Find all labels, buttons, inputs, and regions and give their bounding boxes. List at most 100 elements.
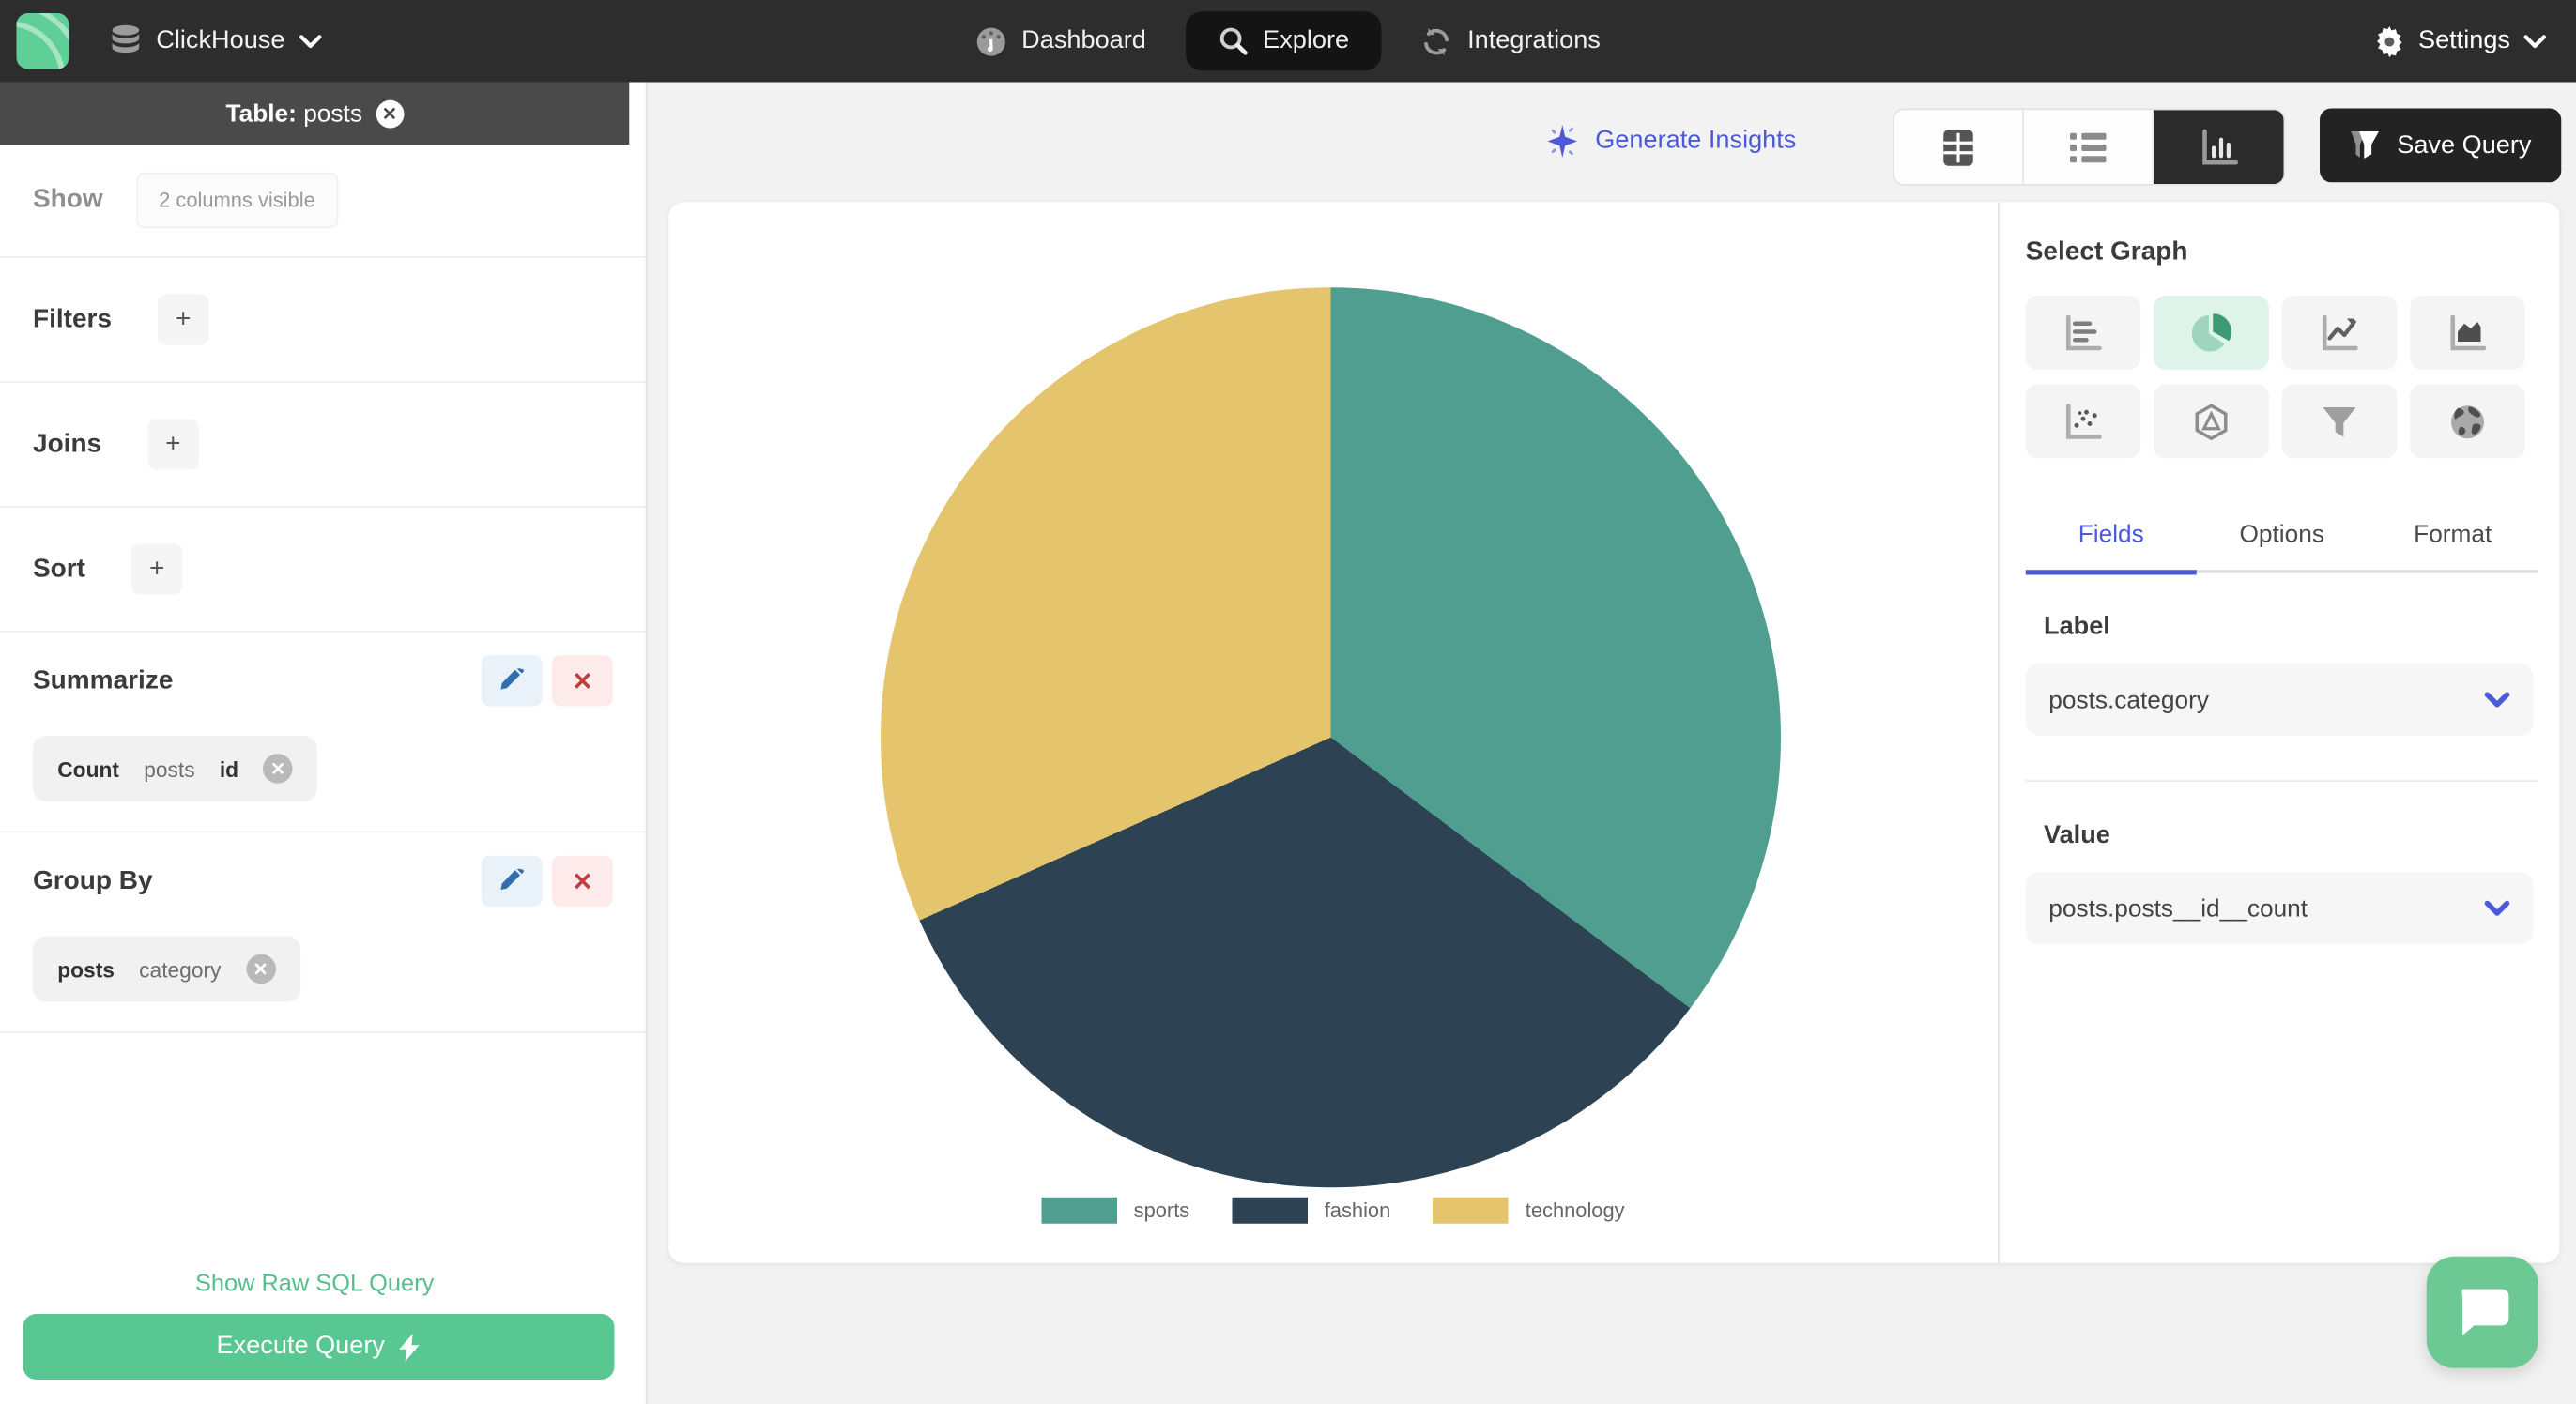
chevron-down-icon	[2484, 686, 2510, 714]
legend-swatch	[1232, 1197, 1309, 1224]
funnel-chart-icon	[2323, 406, 2356, 436]
add-filter-button[interactable]: +	[158, 294, 209, 345]
tab-format[interactable]: Format	[2368, 521, 2538, 571]
brand-name: ClickHouse	[156, 26, 285, 54]
chart-legend: sports fashion technology	[668, 1197, 1998, 1224]
group-by-section: Group By ✕ posts category ✕	[0, 832, 646, 1033]
column-ref: category	[139, 956, 222, 982]
remove-chip-icon[interactable]: ✕	[263, 754, 293, 784]
pie-chart[interactable]	[881, 287, 1781, 1188]
list-view-button[interactable]	[2024, 110, 2154, 184]
line-chart-icon	[2322, 314, 2358, 350]
edit-group-by-button[interactable]	[481, 855, 543, 907]
summarize-section: Summarize ✕ Count posts id ✕	[0, 633, 646, 833]
nav-item-integrations[interactable]: Integrations	[1399, 12, 1624, 69]
graph-type-grid	[2025, 296, 2560, 459]
tab-track	[2025, 569, 2538, 574]
graph-type-horizontal-bar-button[interactable]	[2025, 296, 2141, 370]
graph-type-funnel-button[interactable]	[2281, 384, 2398, 459]
columns-visible-chip[interactable]: 2 columns visible	[135, 172, 339, 229]
edit-summarize-button[interactable]	[481, 655, 543, 707]
joins-label: Joins	[33, 429, 102, 458]
table-name: posts	[303, 99, 362, 128]
table-header: Table: posts ✕	[0, 82, 630, 145]
chat-widget-button[interactable]	[2426, 1256, 2538, 1368]
settings-menu[interactable]: Settings	[2374, 25, 2547, 57]
nav-item-label: Integrations	[1467, 26, 1601, 54]
brand[interactable]: ClickHouse	[16, 13, 323, 69]
label-field-dropdown[interactable]: posts.category	[2025, 664, 2534, 736]
legend-swatch	[1041, 1197, 1118, 1224]
nav-item-dashboard[interactable]: Dashboard	[953, 12, 1170, 69]
chart-view-button[interactable]	[2154, 110, 2284, 184]
settings-label: Settings	[2417, 26, 2510, 54]
legend-swatch	[1433, 1197, 1510, 1224]
label-field-heading: Label	[2044, 612, 2110, 641]
joins-section: Joins +	[0, 383, 646, 508]
graph-type-scatter-button[interactable]	[2025, 384, 2141, 459]
graph-type-line-button[interactable]	[2281, 296, 2398, 370]
legend-item-technology[interactable]: technology	[1433, 1197, 1625, 1224]
search-icon	[1219, 26, 1249, 56]
app-logo	[16, 13, 69, 69]
graph-type-geo-button[interactable]	[2410, 384, 2525, 459]
remove-group-by-button[interactable]: ✕	[552, 855, 613, 907]
add-sort-button[interactable]: +	[131, 543, 183, 595]
section-divider	[2025, 780, 2538, 782]
aggregate-name: Count	[57, 755, 119, 782]
generate-insights-button[interactable]: Generate Insights	[1544, 123, 1796, 160]
list-view-icon	[2070, 131, 2107, 162]
filters-label: Filters	[33, 304, 113, 333]
show-raw-sql-link[interactable]: Show Raw SQL Query	[0, 1272, 629, 1298]
graph-type-pie-button[interactable]	[2154, 296, 2269, 370]
generate-insights-label: Generate Insights	[1595, 126, 1797, 155]
select-graph-title: Select Graph	[2025, 237, 2188, 267]
legend-label: fashion	[1324, 1198, 1391, 1223]
execute-query-button[interactable]: Execute Query	[23, 1314, 615, 1380]
group-by-label: Group By	[33, 866, 153, 894]
remove-chip-icon[interactable]: ✕	[245, 954, 276, 984]
active-tab-underline	[2025, 569, 2197, 574]
graph-type-radar-button[interactable]	[2154, 384, 2269, 459]
summarize-chip[interactable]: Count posts id ✕	[33, 736, 318, 801]
remove-table-button[interactable]: ✕	[375, 99, 404, 128]
tab-fields[interactable]: Fields	[2026, 521, 2197, 571]
chevron-down-icon	[2484, 894, 2510, 923]
table-header-prefix: Table:	[225, 99, 297, 128]
chevron-down-icon	[299, 34, 323, 49]
legend-label: technology	[1525, 1198, 1625, 1223]
show-section: Show 2 columns visible	[0, 145, 646, 258]
settings-tabs: Fields Options Format	[2026, 521, 2538, 571]
table-view-icon	[1943, 129, 1973, 165]
filters-section: Filters +	[0, 258, 646, 383]
legend-item-sports[interactable]: sports	[1041, 1197, 1189, 1224]
results-card: sports fashion technology Select Graph F…	[668, 202, 2560, 1263]
group-by-chip[interactable]: posts category ✕	[33, 936, 300, 1002]
area-chart-icon	[2450, 314, 2487, 350]
value-field-value: posts.posts__id__count	[2048, 893, 2308, 923]
value-field-heading: Value	[2044, 821, 2110, 849]
chevron-down-icon	[2523, 34, 2547, 49]
sort-section: Sort +	[0, 508, 646, 633]
add-join-button[interactable]: +	[147, 419, 199, 470]
table-view-button[interactable]	[1894, 110, 2024, 184]
graph-type-area-button[interactable]	[2410, 296, 2525, 370]
save-query-button[interactable]: Save Query	[2320, 108, 2562, 183]
funnel-icon	[2351, 131, 2379, 159]
tab-options[interactable]: Options	[2197, 521, 2368, 571]
nav-item-label: Explore	[1263, 26, 1350, 54]
legend-item-fashion[interactable]: fashion	[1232, 1197, 1391, 1224]
nav-item-explore[interactable]: Explore	[1185, 11, 1383, 71]
summarize-label: Summarize	[33, 665, 174, 694]
panel-divider	[1998, 202, 2000, 1263]
view-toggle-group	[1893, 108, 2286, 186]
value-field-dropdown[interactable]: posts.posts__id__count	[2025, 872, 2534, 945]
save-query-label: Save Query	[2397, 130, 2532, 159]
sync-icon	[1421, 25, 1452, 56]
graph-settings-panel: Select Graph Fields Options Format Label…	[2025, 202, 2560, 1263]
query-builder-sidebar: Table: posts ✕ Show 2 columns visible Fi…	[0, 82, 648, 1404]
remove-summarize-button[interactable]: ✕	[552, 655, 613, 707]
column-ref: id	[219, 755, 239, 782]
show-label: Show	[33, 185, 103, 214]
gauge-icon	[975, 25, 1006, 56]
